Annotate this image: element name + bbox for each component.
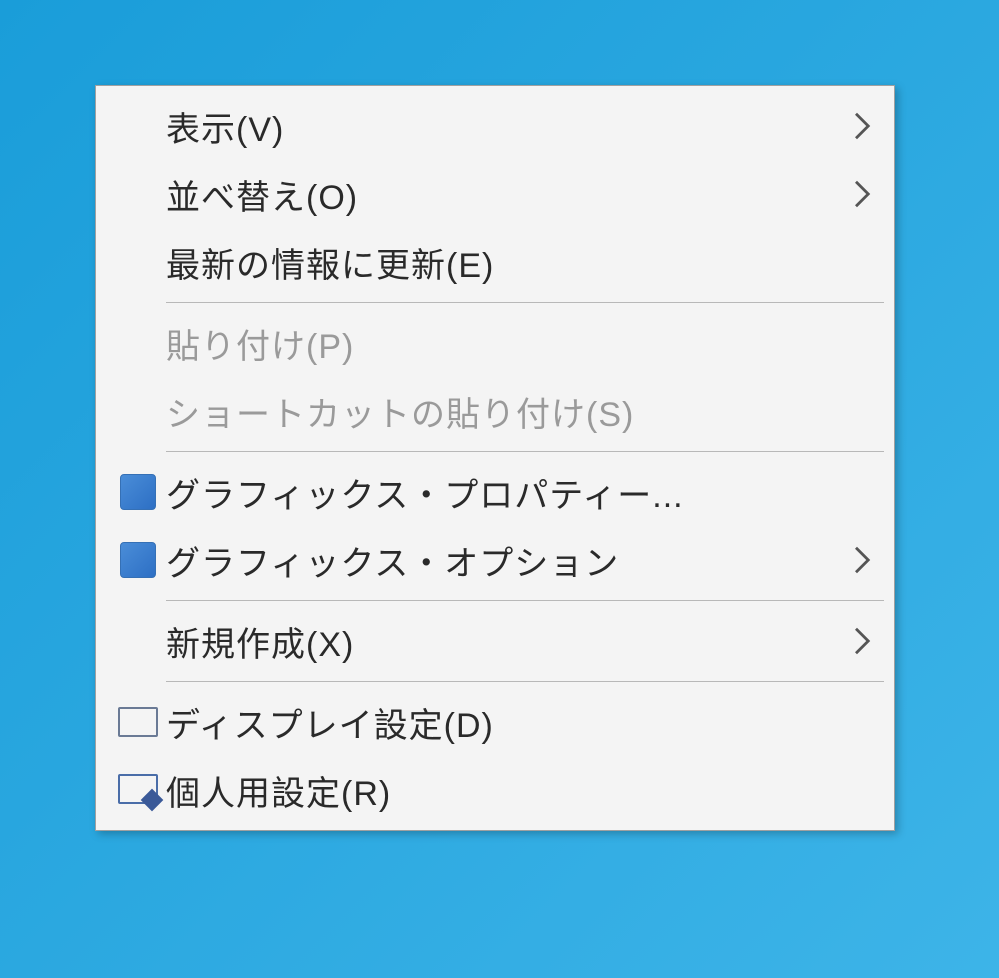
submenu-arrow-icon	[842, 627, 872, 655]
desktop-context-menu: 表示(V) 並べ替え(O) 最新の情報に更新(E) 貼り付け(P) ショートカッ…	[95, 85, 895, 831]
menu-separator	[166, 681, 884, 682]
menu-item-label: 表示(V)	[166, 102, 842, 151]
submenu-arrow-icon	[842, 546, 872, 574]
menu-item-label: 貼り付け(P)	[166, 319, 842, 368]
menu-item-label: グラフィックス・プロパティー...	[166, 468, 842, 517]
menu-item-sort[interactable]: 並べ替え(O)	[98, 160, 892, 228]
menu-item-refresh[interactable]: 最新の情報に更新(E)	[98, 228, 892, 296]
submenu-arrow-icon	[842, 112, 872, 140]
menu-separator	[166, 451, 884, 452]
menu-item-label: グラフィックス・オプション	[166, 536, 842, 585]
display-icon	[118, 707, 158, 737]
icon-slot	[110, 474, 166, 510]
menu-separator	[166, 600, 884, 601]
intel-graphics-icon	[120, 542, 156, 578]
menu-item-personalize[interactable]: 個人用設定(R)	[98, 756, 892, 824]
personalize-icon	[118, 774, 158, 806]
menu-item-graphics-options[interactable]: グラフィックス・オプション	[98, 526, 892, 594]
menu-item-view[interactable]: 表示(V)	[98, 92, 892, 160]
menu-item-label: ショートカットの貼り付け(S)	[166, 387, 842, 436]
menu-separator	[166, 302, 884, 303]
menu-item-label: 新規作成(X)	[166, 617, 842, 666]
menu-item-graphics-properties[interactable]: グラフィックス・プロパティー...	[98, 458, 892, 526]
submenu-arrow-icon	[842, 180, 872, 208]
icon-slot	[110, 774, 166, 806]
menu-item-display-settings[interactable]: ディスプレイ設定(D)	[98, 688, 892, 756]
menu-item-label: 並べ替え(O)	[166, 170, 842, 219]
menu-item-new[interactable]: 新規作成(X)	[98, 607, 892, 675]
menu-item-paste: 貼り付け(P)	[98, 309, 892, 377]
menu-item-label: ディスプレイ設定(D)	[166, 698, 842, 747]
icon-slot	[110, 707, 166, 737]
menu-item-label: 個人用設定(R)	[166, 766, 842, 815]
menu-item-paste-shortcut: ショートカットの貼り付け(S)	[98, 377, 892, 445]
menu-item-label: 最新の情報に更新(E)	[166, 238, 842, 287]
intel-graphics-icon	[120, 474, 156, 510]
icon-slot	[110, 542, 166, 578]
